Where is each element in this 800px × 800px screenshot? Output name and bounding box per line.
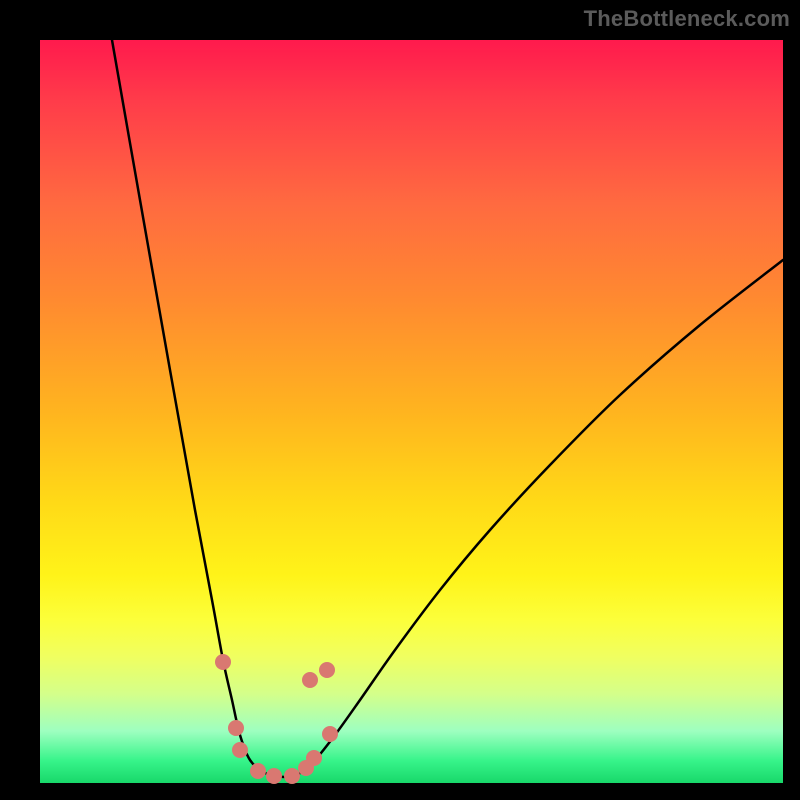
attribution-label: TheBottleneck.com [584, 6, 790, 32]
chart-frame: TheBottleneck.com [0, 0, 800, 800]
marker-point [266, 768, 282, 784]
marker-point [322, 726, 338, 742]
marker-point [250, 763, 266, 779]
bottleneck-curve-svg [40, 40, 783, 783]
marker-point [306, 750, 322, 766]
marker-point [215, 654, 231, 670]
marker-point [228, 720, 244, 736]
marker-point [302, 672, 318, 688]
bottleneck-curve-path [112, 40, 783, 777]
marker-point [232, 742, 248, 758]
plot-area [40, 40, 783, 783]
marker-point [319, 662, 335, 678]
marker-point [284, 768, 300, 784]
highlight-markers [215, 654, 338, 784]
